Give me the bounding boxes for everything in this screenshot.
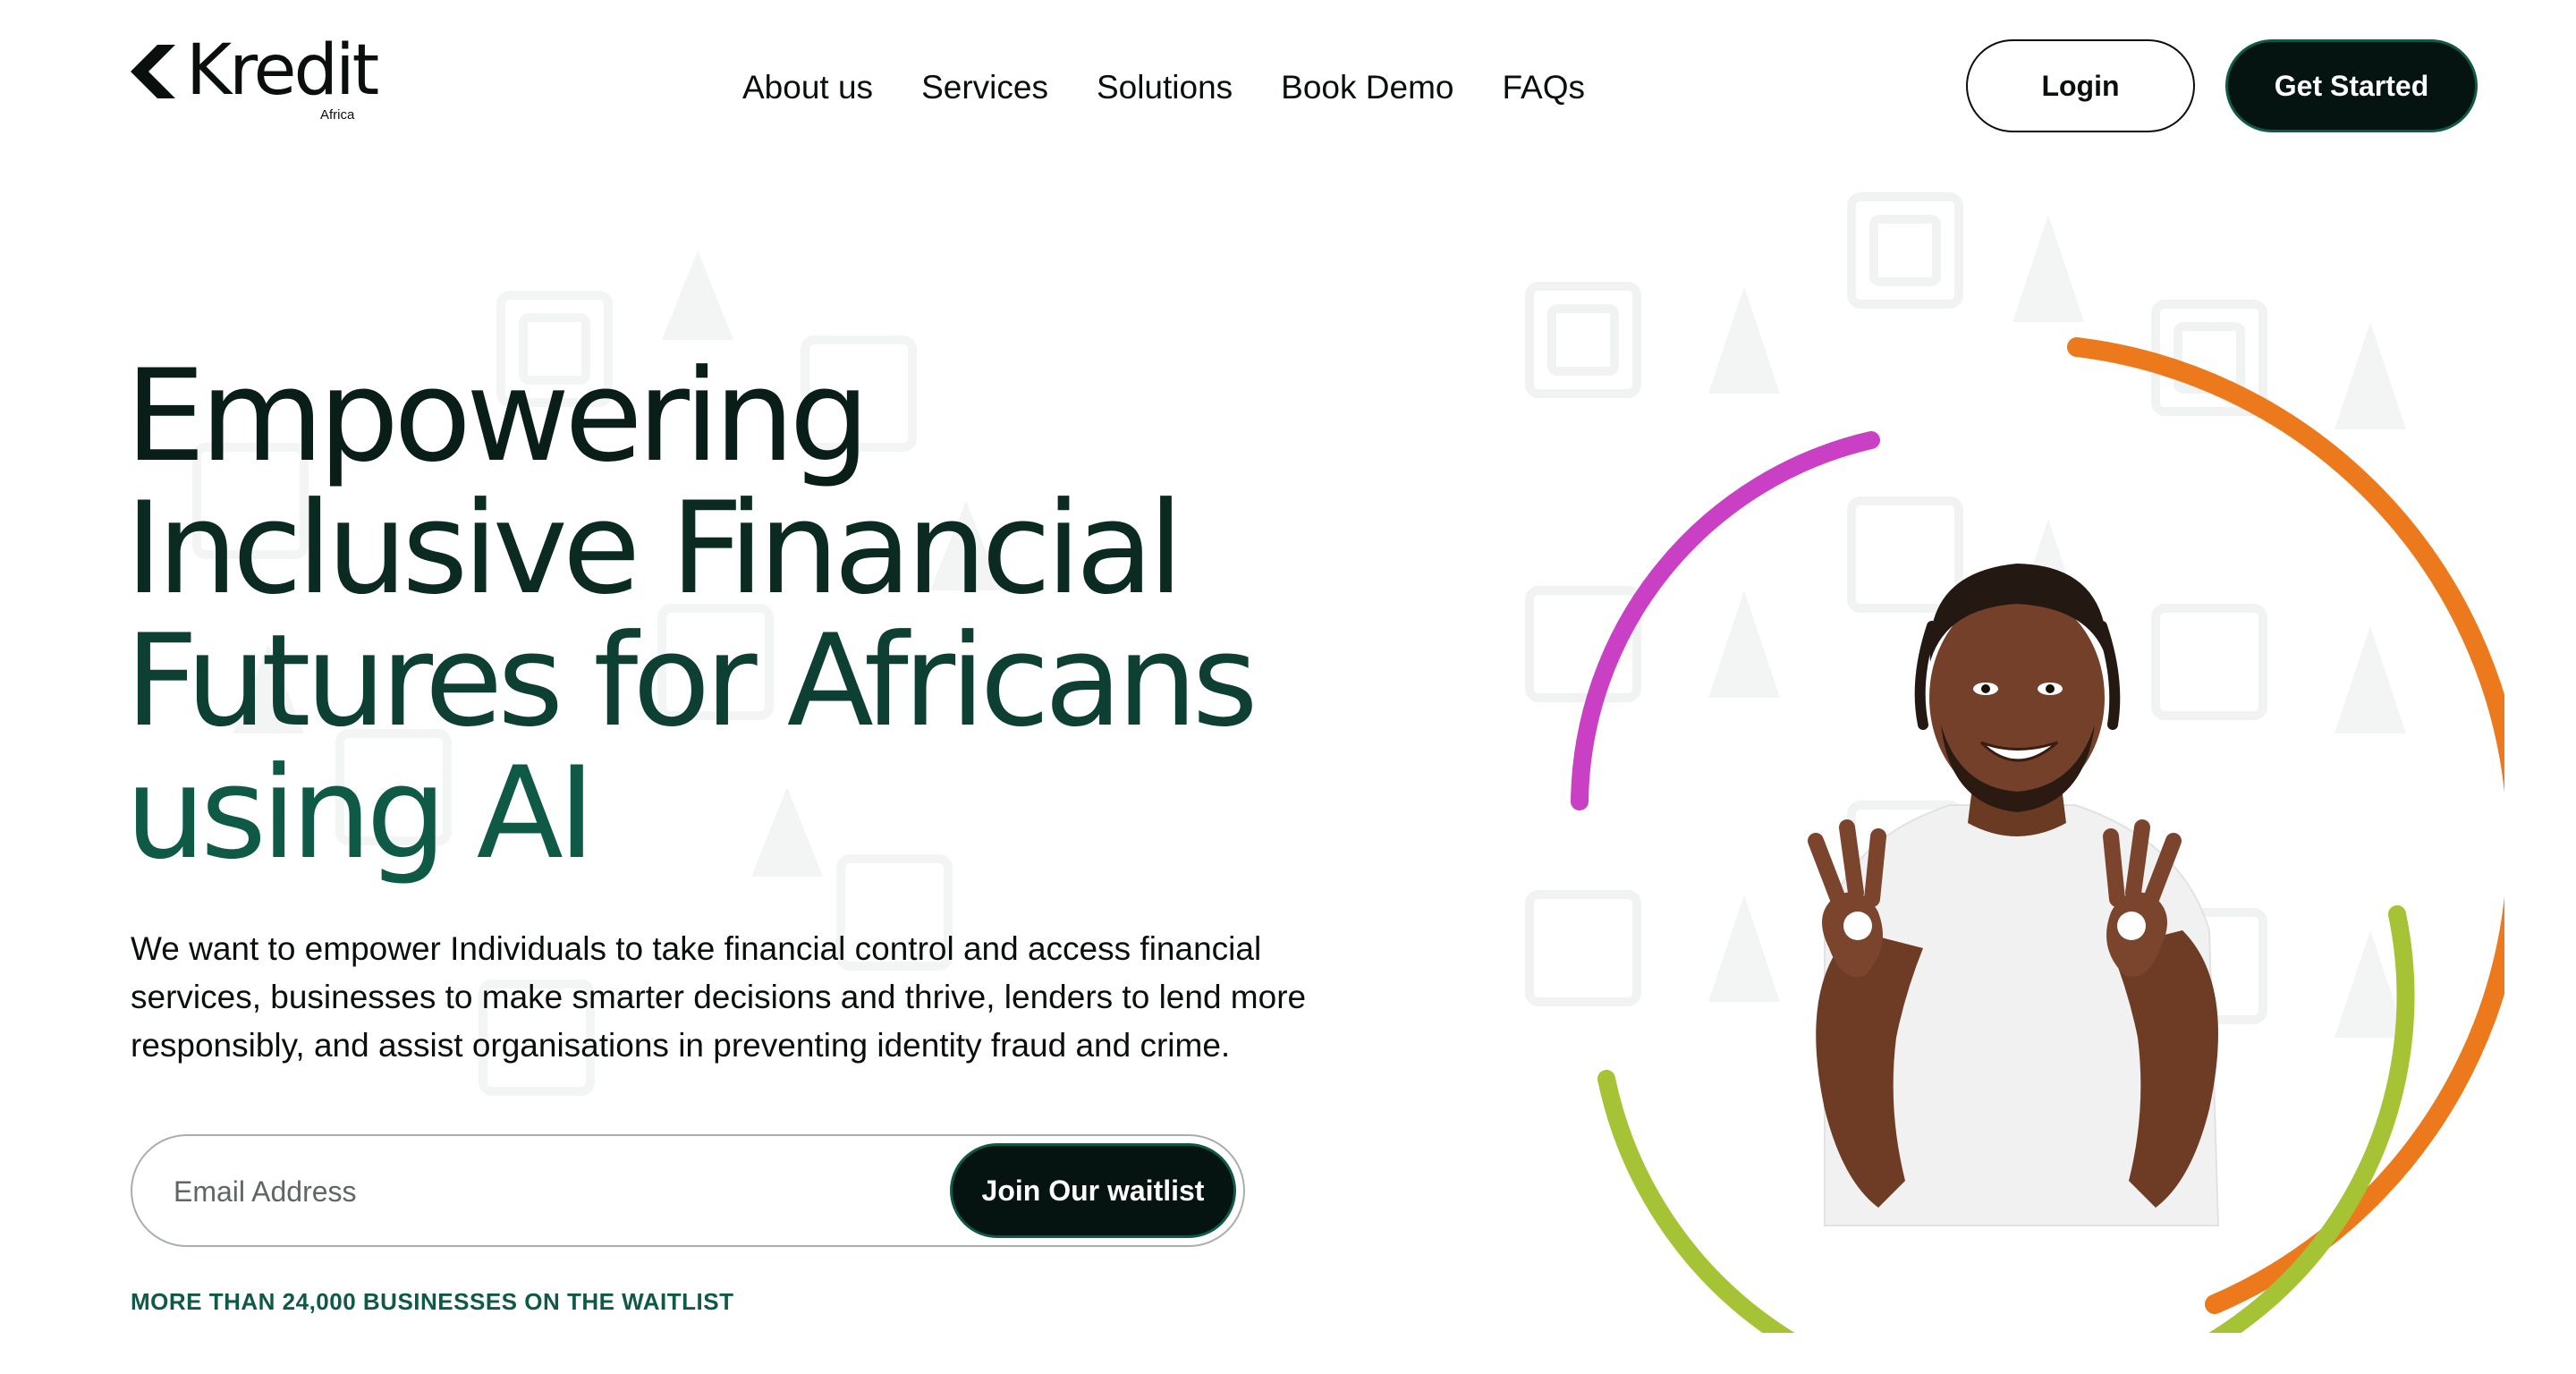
waitlist-count-note: MORE THAN 24,000 BUSINESSES ON THE WAITL… — [131, 1288, 734, 1315]
hero-visual — [1571, 337, 2504, 1333]
kredit-chevron-icon — [131, 45, 175, 98]
headline-line-4: using AI — [125, 740, 596, 887]
hero-description: We want to empower Individuals to take f… — [131, 930, 1307, 1064]
logo-subtitle: Africa — [320, 107, 355, 123]
get-started-button[interactable]: Get Started — [2225, 39, 2478, 132]
man-photo — [1808, 564, 2220, 1226]
headline-line-2: Inclusive Financial — [125, 475, 1183, 623]
headline-line-3: Futures for Africans — [125, 607, 1258, 755]
nav-link-book-demo[interactable]: Book Demo — [1281, 69, 1453, 106]
magenta-arc — [1571, 431, 1880, 810]
login-button[interactable]: Login — [1966, 39, 2195, 132]
kredit-logo[interactable]: Kredit Africa — [131, 36, 381, 125]
nav-link-faqs[interactable]: FAQs — [1502, 69, 1585, 106]
headline-line-1: Empowering — [125, 343, 870, 490]
hero-headline: Empowering Inclusive Financial Futures f… — [125, 351, 1467, 880]
email-input[interactable] — [172, 1159, 855, 1224]
main-nav: About us Services Solutions Book Demo FA… — [742, 64, 1585, 111]
nav-link-about-us[interactable]: About us — [742, 69, 873, 106]
logo-wordmark: Kredit — [186, 30, 379, 111]
waitlist-form: Join Our waitlist — [131, 1134, 1245, 1247]
nav-link-services[interactable]: Services — [921, 69, 1048, 106]
nav-link-solutions[interactable]: Solutions — [1097, 69, 1233, 106]
join-waitlist-button[interactable]: Join Our waitlist — [950, 1143, 1236, 1238]
